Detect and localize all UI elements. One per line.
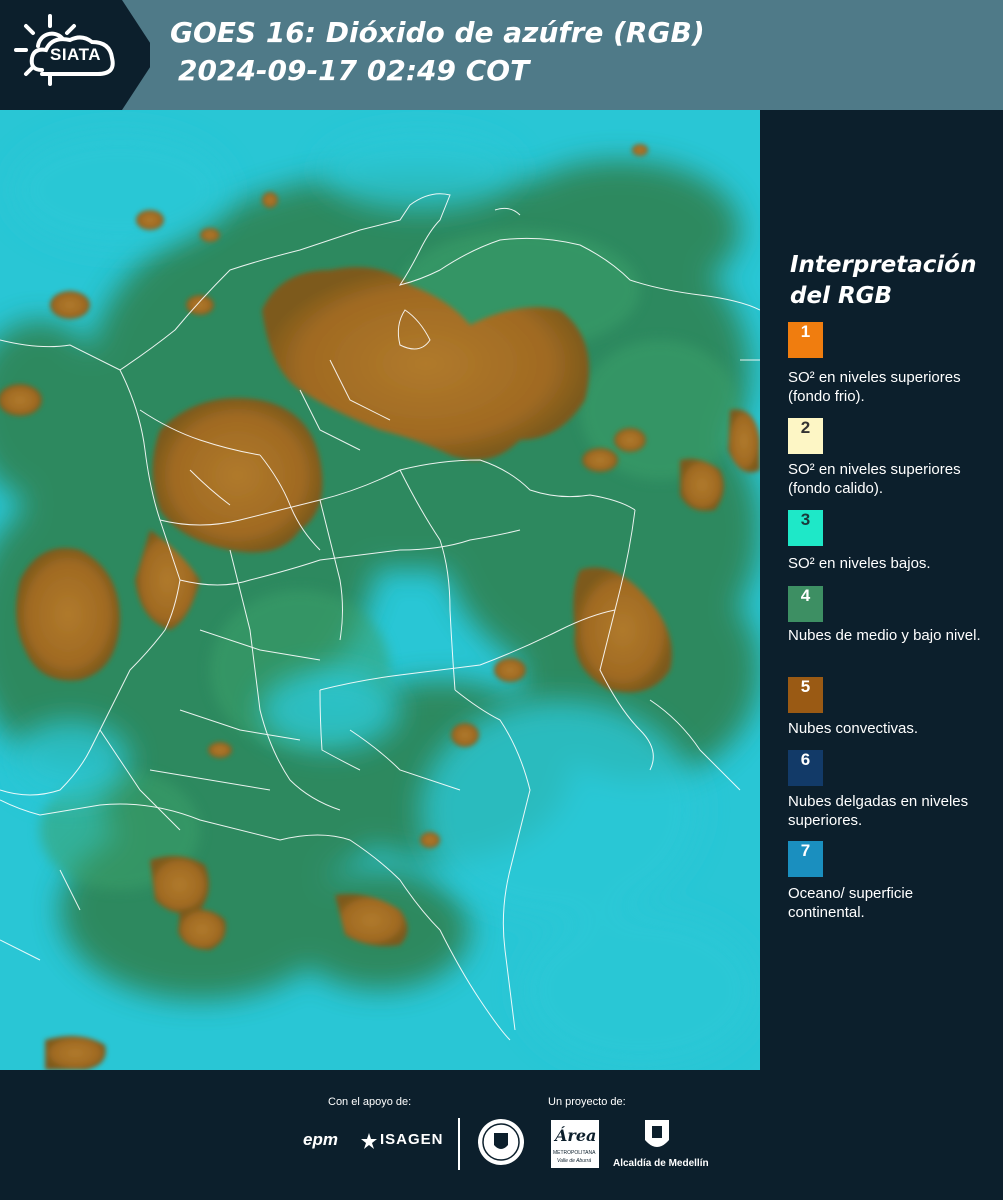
page-title: GOES 16: Dióxido de azúfre (RGB) — [170, 16, 705, 49]
area-logo-subtitle: METROPOLITANA — [553, 1150, 596, 1156]
alcaldia-shield-icon[interactable] — [643, 1118, 671, 1154]
legend-label-4: Nubes de medio y bajo nivel. — [788, 627, 981, 644]
project-label: Un proyecto de: — [548, 1096, 626, 1108]
legend-label-2: SO² en niveles superiores (fondo calido)… — [788, 461, 961, 497]
legend-swatch-2: 2 — [788, 418, 823, 454]
legend-swatch-7: 7 — [788, 841, 823, 877]
footer-divider — [458, 1118, 460, 1170]
legend-title: Interpretación del RGB — [790, 250, 990, 312]
legend-swatch-5: 5 — [788, 677, 823, 713]
legend-title-line2: del RGB — [790, 283, 893, 309]
legend-swatch-6: 6 — [788, 750, 823, 786]
legend-title-line1: Interpretación — [790, 252, 977, 278]
legend-label-7: Oceano/ superficie continental. — [788, 885, 914, 921]
siata-logo[interactable]: SIATA — [0, 0, 150, 110]
support-label: Con el apoyo de: — [328, 1096, 412, 1108]
satellite-map[interactable] — [0, 110, 760, 1070]
area-logo-subtitle-2: Valle de Aburrá — [557, 1158, 592, 1164]
legend-label-5: Nubes convectivas. — [788, 720, 919, 737]
isagen-logo[interactable]: ISAGEN — [380, 1131, 444, 1148]
legend-panel: Interpretación del RGB 1 SO² en niveles … — [760, 110, 1003, 1070]
isagen-star-icon — [361, 1133, 377, 1149]
area-metropolitana-logo[interactable]: Área METROPOLITANA Valle de Aburrá — [551, 1120, 599, 1168]
legend-swatch-3: 3 — [788, 510, 823, 546]
medellin-seal-icon[interactable] — [476, 1117, 526, 1167]
page-timestamp: 2024-09-17 02:49 COT — [178, 54, 530, 87]
legend-swatch-4: 4 — [788, 586, 823, 622]
footer: Con el apoyo de: Un proyecto de: epm ISA… — [0, 1070, 1003, 1200]
epm-logo[interactable]: epm — [303, 1130, 338, 1150]
header-bar: SIATA GOES 16: Dióxido de azúfre (RGB) 2… — [0, 0, 1003, 110]
area-logo-word: Área — [555, 1126, 597, 1145]
brand-name: SIATA — [50, 45, 101, 64]
legend-label-1: SO² en niveles superiores (fondo frio). — [788, 369, 961, 405]
legend-label-3: SO² en niveles bajos. — [788, 555, 931, 572]
legend-swatch-1: 1 — [788, 322, 823, 358]
legend-label-6: Nubes delgadas en niveles superiores. — [788, 793, 969, 829]
alcaldia-logo-text[interactable]: Alcaldía de Medellín — [613, 1158, 709, 1169]
